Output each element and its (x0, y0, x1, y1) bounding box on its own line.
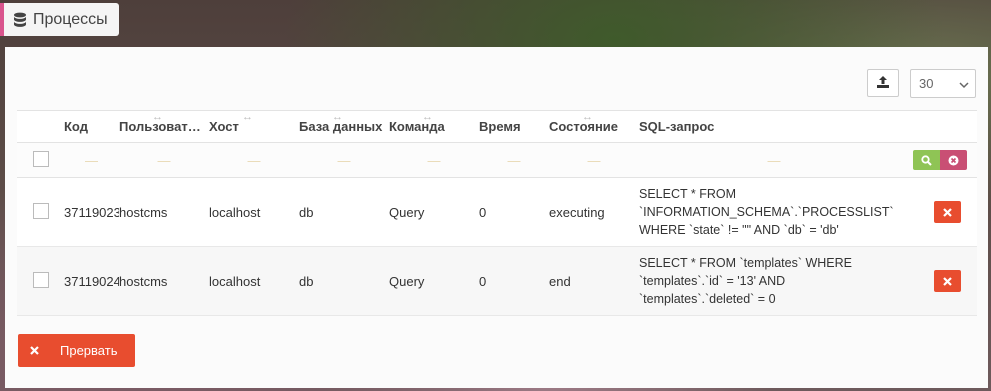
row-checkbox[interactable] (33, 271, 49, 288)
filter-user[interactable]: — (119, 142, 209, 178)
filter-host[interactable]: — (209, 142, 299, 178)
header-command[interactable]: ↔ Команда (389, 110, 479, 143)
cell-db: db (299, 273, 314, 289)
cell-command: Query (389, 273, 425, 289)
cell-db: db (299, 204, 314, 220)
header-db[interactable]: ↔ База данных (299, 110, 389, 143)
database-icon (13, 12, 27, 28)
table-header: Код ↔ Пользователь ↔ Хост ↔ База данных ↔ Ко… (17, 110, 977, 143)
header-state[interactable]: ↔ Состояние (549, 110, 639, 143)
header-time[interactable]: Время (479, 110, 549, 143)
filter-sql[interactable]: — (639, 142, 909, 178)
cell-host: localhost (209, 204, 261, 220)
close-icon (943, 207, 952, 217)
cell-state: end (549, 273, 571, 289)
cell-id: 37119024 (64, 273, 119, 289)
page-size-value: 30 (919, 76, 934, 91)
chevron-down-icon (959, 78, 969, 93)
search-icon (921, 154, 932, 166)
filter-search-button[interactable] (913, 150, 940, 170)
cell-time: 0 (479, 204, 487, 220)
table-row: 37119024 hostcms localhost db Query 0 en… (17, 246, 977, 316)
filter-state[interactable]: — (549, 142, 639, 178)
close-circle-icon (948, 155, 959, 165)
select-all-checkbox[interactable] (33, 150, 49, 167)
filter-command[interactable]: — (389, 142, 479, 178)
resize-handle-icon[interactable]: ↔ (582, 112, 593, 123)
row-checkbox[interactable] (33, 202, 49, 219)
resize-handle-icon[interactable]: ↔ (242, 112, 253, 123)
cell-state: executing (549, 204, 605, 220)
export-button[interactable] (867, 69, 899, 97)
cell-user: hostcms (119, 273, 168, 289)
processes-table: Код ↔ Пользователь ↔ Хост ↔ База данных ↔ Ко… (17, 110, 977, 316)
page-tab: Процессы (0, 3, 119, 36)
filter-clear-button[interactable] (940, 150, 967, 170)
upload-icon (876, 75, 890, 92)
header-user[interactable]: ↔ Пользователь (119, 110, 209, 143)
abort-button[interactable]: Прервать (18, 334, 135, 367)
resize-handle-icon[interactable]: ↔ (422, 112, 433, 123)
cell-sql: SELECT * FROM `INFORMATION_SCHEMA`.`PROC… (639, 177, 909, 247)
header-select (17, 110, 64, 143)
header-actions (909, 110, 977, 143)
processes-panel: 30 Код ↔ Пользователь ↔ Хост ↔ База данных … (5, 47, 988, 388)
delete-row-button[interactable] (934, 201, 961, 223)
header-host[interactable]: ↔ Хост (209, 110, 299, 143)
header-id[interactable]: Код (64, 110, 119, 143)
filter-row: — — — — — — — — (17, 142, 977, 178)
page-title: Процессы (33, 10, 108, 28)
cell-time: 0 (479, 273, 487, 289)
filter-time[interactable]: — (479, 142, 549, 178)
page-size-select[interactable]: 30 (910, 69, 976, 98)
close-icon (943, 276, 952, 286)
filter-db[interactable]: — (299, 142, 389, 178)
abort-label: Прервать (60, 343, 118, 358)
table-row: 37119023 hostcms localhost db Query 0 ex… (17, 177, 977, 247)
cell-sql: SELECT * FROM `templates` WHERE `templat… (639, 246, 909, 316)
filter-id[interactable]: — (64, 142, 119, 178)
close-icon (18, 346, 50, 355)
cell-host: localhost (209, 273, 261, 289)
header-sql[interactable]: SQL-запрос (639, 110, 909, 143)
resize-handle-icon[interactable]: ↔ (332, 112, 343, 123)
delete-row-button[interactable] (934, 270, 961, 292)
cell-id: 37119023 (64, 204, 119, 220)
cell-user: hostcms (119, 204, 168, 220)
cell-command: Query (389, 204, 425, 220)
resize-handle-icon[interactable]: ↔ (152, 112, 163, 123)
